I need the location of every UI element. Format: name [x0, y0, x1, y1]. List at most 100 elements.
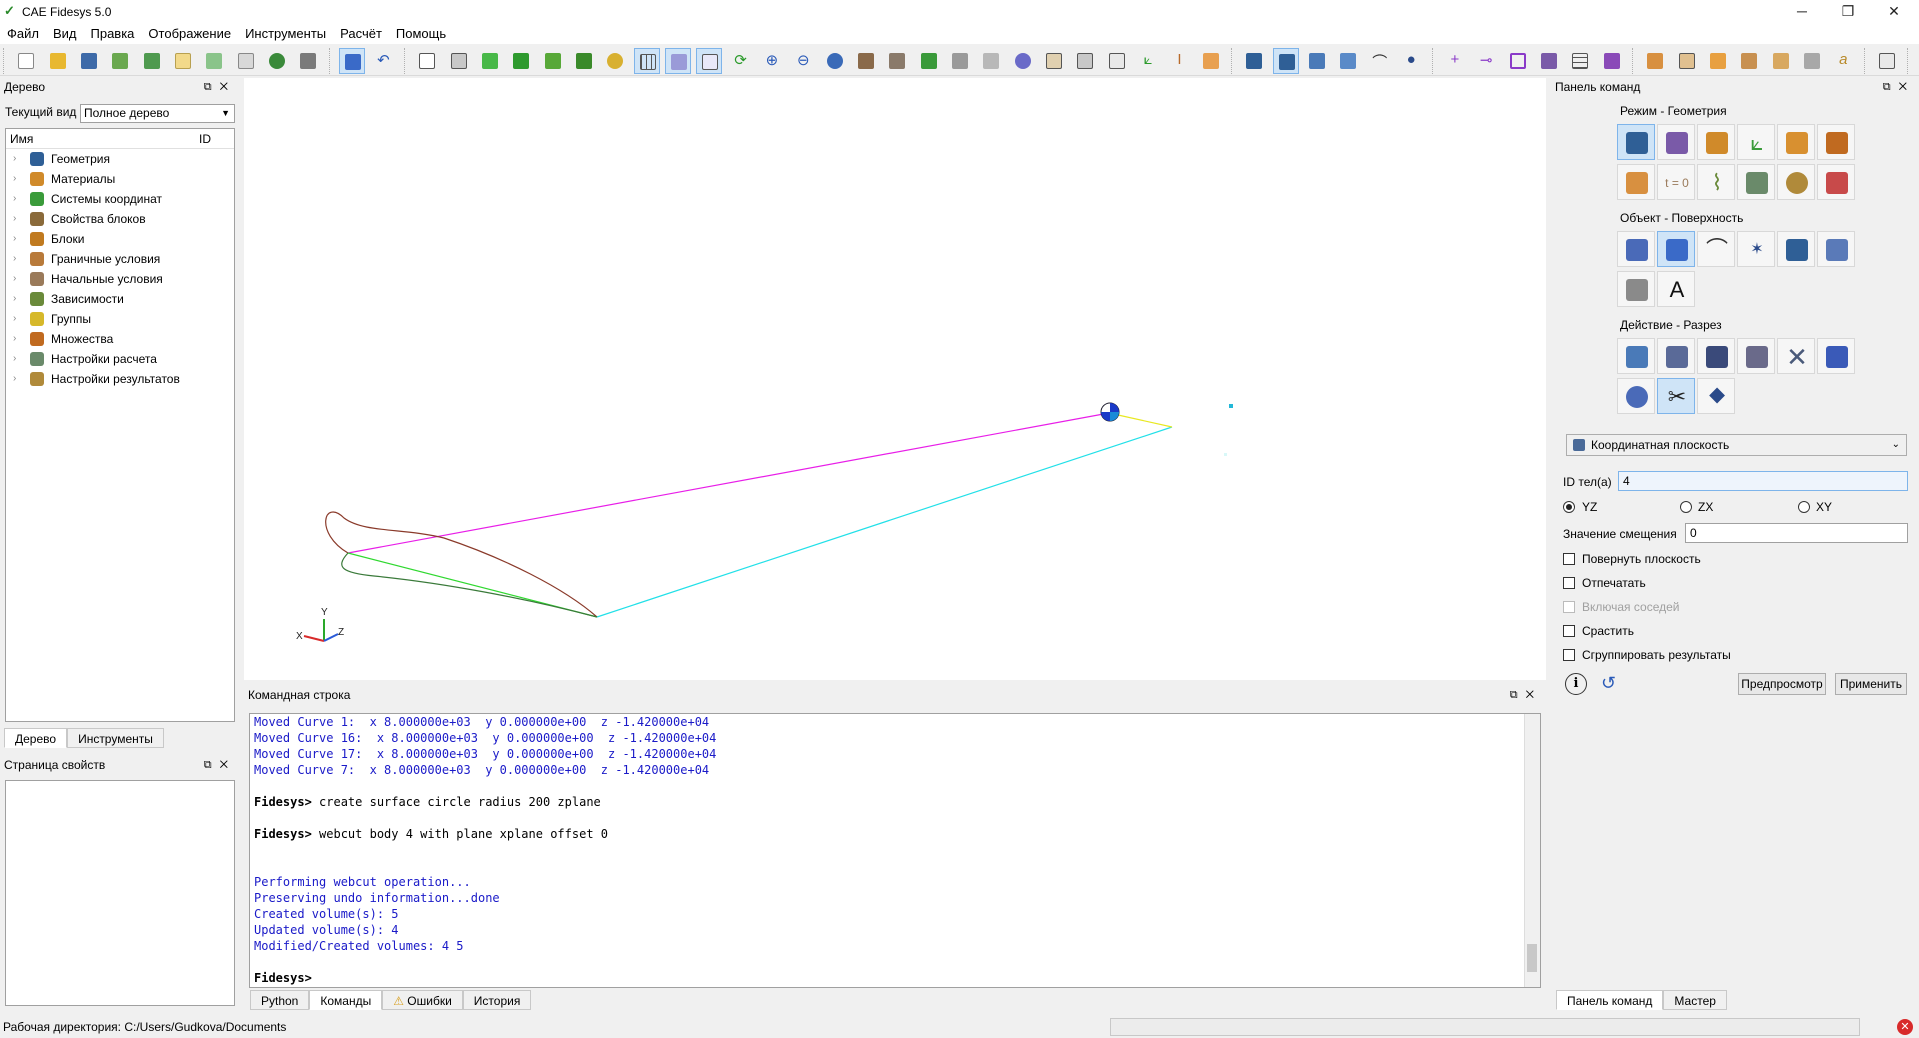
current-view-select[interactable]: Полное дерево ▼ — [80, 104, 235, 123]
edge-mode-icon[interactable]: ⊸ — [1473, 48, 1499, 74]
ruler-object-icon[interactable] — [1617, 271, 1655, 307]
results-range-icon[interactable] — [1874, 48, 1900, 74]
geometry-mode-icon[interactable] — [1617, 124, 1655, 160]
section-icon[interactable] — [1104, 48, 1130, 74]
expand-arrow-icon[interactable]: › — [13, 189, 16, 209]
ruler-icon[interactable] — [1198, 48, 1224, 74]
merge-checkbox[interactable] — [1563, 625, 1575, 637]
curve-object-icon[interactable]: ⌒ — [1697, 231, 1735, 267]
sphere-view-icon[interactable] — [1010, 48, 1036, 74]
view-front-icon[interactable] — [884, 48, 910, 74]
script-icon[interactable] — [170, 48, 196, 74]
material-mode-icon[interactable] — [1697, 124, 1735, 160]
axes-icon[interactable]: ⟀ — [1135, 48, 1161, 74]
zoom-out-icon[interactable]: ⊖ — [790, 48, 816, 74]
merge-action-icon[interactable] — [1817, 338, 1855, 374]
surface-object-icon[interactable] — [1657, 231, 1695, 267]
radio-zx[interactable] — [1680, 501, 1692, 513]
wireframe-icon[interactable] — [414, 48, 440, 74]
expand-arrow-icon[interactable]: › — [13, 229, 16, 249]
vertex-point[interactable] — [1229, 404, 1233, 408]
tree-item[interactable]: › Настройки расчета — [6, 349, 234, 369]
tab-tools[interactable]: Инструменты — [67, 728, 164, 748]
copy-action-icon[interactable] — [1737, 338, 1775, 374]
compute-icon[interactable] — [264, 48, 290, 74]
tree-item[interactable]: › Зависимости — [6, 289, 234, 309]
offset-input[interactable]: 0 — [1685, 523, 1908, 543]
view-top-icon[interactable] — [916, 48, 942, 74]
measure-icon[interactable]: Ι — [1166, 48, 1192, 74]
boundary-condition-icon[interactable] — [1617, 164, 1655, 200]
block-mode-icon[interactable] — [1777, 124, 1815, 160]
menu-calculation[interactable]: Расчёт — [333, 24, 389, 44]
tab-history[interactable]: История — [462, 990, 532, 1010]
close-button[interactable]: ✕ — [1871, 0, 1917, 24]
shaded-edges-icon[interactable] — [508, 48, 534, 74]
undo-icon[interactable]: ↶ — [370, 48, 396, 74]
tree-item[interactable]: › Системы координат — [6, 189, 234, 209]
fit-icon[interactable] — [1041, 48, 1067, 74]
tree-col-name[interactable]: Имя — [10, 129, 33, 149]
imprint-checkbox[interactable] — [1563, 577, 1575, 589]
command-output[interactable]: Moved Curve 1: x 8.000000e+03 y 0.000000… — [249, 713, 1541, 988]
menu-help[interactable]: Помощь — [389, 24, 453, 44]
menu-tools[interactable]: Инструменты — [238, 24, 333, 44]
menu-view[interactable]: Вид — [46, 24, 84, 44]
tree-item[interactable]: › Блоки — [6, 229, 234, 249]
delete-action-icon[interactable]: ✕ — [1777, 338, 1815, 374]
tree-item[interactable]: › Граничные условия — [6, 249, 234, 269]
box-view-icon[interactable] — [664, 48, 691, 74]
modify-action-icon[interactable] — [1657, 338, 1695, 374]
create-action-icon[interactable] — [1617, 338, 1655, 374]
group-results-checkbox[interactable] — [1563, 649, 1575, 661]
apply-button[interactable]: Применить — [1835, 673, 1907, 695]
surface-mode-icon[interactable] — [1304, 48, 1330, 74]
tree-item[interactable]: › Материалы — [6, 169, 234, 189]
rotate-icon[interactable] — [822, 48, 848, 74]
tree-panel-buttons[interactable]: ⧉✕ — [204, 78, 236, 96]
face-mode-icon[interactable] — [1335, 48, 1361, 74]
maximize-button[interactable]: ❐ — [1825, 0, 1871, 24]
boolean-action-icon[interactable] — [1617, 378, 1655, 414]
volume-object-icon[interactable] — [1617, 231, 1655, 267]
expand-arrow-icon[interactable]: › — [13, 369, 16, 389]
command-panel-buttons[interactable]: ⧉✕ — [1510, 686, 1542, 704]
view-back-icon[interactable] — [978, 48, 1004, 74]
coordinate-system-icon[interactable]: ⟀ — [1737, 124, 1775, 160]
grid-icon[interactable] — [633, 48, 660, 74]
expand-arrow-icon[interactable]: › — [13, 209, 16, 229]
split-action-icon[interactable]: ⯁ — [1697, 378, 1735, 414]
model-canvas[interactable]: Y X Z — [244, 78, 1546, 680]
right-panel-buttons[interactable]: ⧉✕ — [1883, 78, 1915, 96]
mesh-mode-icon[interactable] — [1657, 124, 1695, 160]
reset-icon[interactable]: ↺ — [1601, 673, 1616, 694]
tab-tree[interactable]: Дерево — [4, 728, 68, 748]
tree-item[interactable]: › Множества — [6, 329, 234, 349]
select-icon[interactable] — [339, 48, 366, 74]
tree-col-id[interactable]: ID — [199, 129, 211, 149]
expand-arrow-icon[interactable]: › — [13, 249, 16, 269]
pan-icon[interactable] — [853, 48, 879, 74]
transform-action-icon[interactable] — [1697, 338, 1735, 374]
body-id-input[interactable]: 4 — [1618, 471, 1908, 491]
fit-selected-icon[interactable] — [1072, 48, 1098, 74]
analysis-settings-icon[interactable] — [1737, 164, 1775, 200]
tab-wizard[interactable]: Мастер — [1663, 990, 1727, 1010]
webcut-action-icon[interactable]: ✂ — [1657, 378, 1695, 414]
bc-force-icon[interactable] — [1705, 48, 1731, 74]
stop-icon[interactable]: ✕ — [1897, 1019, 1913, 1035]
tools-icon[interactable] — [295, 48, 321, 74]
group-object-icon[interactable] — [1817, 231, 1855, 267]
tab-python[interactable]: Python — [250, 990, 310, 1010]
preview-button[interactable]: Предпросмотр — [1738, 673, 1826, 695]
view-iso-icon[interactable] — [947, 48, 973, 74]
window-icon[interactable] — [696, 48, 723, 74]
bc-contact-icon[interactable] — [1799, 48, 1825, 74]
tab-commands[interactable]: Команды — [309, 990, 383, 1010]
mesh-shaded-icon[interactable] — [571, 48, 597, 74]
expand-arrow-icon[interactable]: › — [13, 349, 16, 369]
graphics-viewport[interactable]: Y X Z — [244, 78, 1546, 680]
set-mode-icon[interactable] — [1817, 124, 1855, 160]
open-folder-icon[interactable] — [45, 48, 71, 74]
curve-mode-icon[interactable]: ⌒ — [1367, 48, 1393, 74]
